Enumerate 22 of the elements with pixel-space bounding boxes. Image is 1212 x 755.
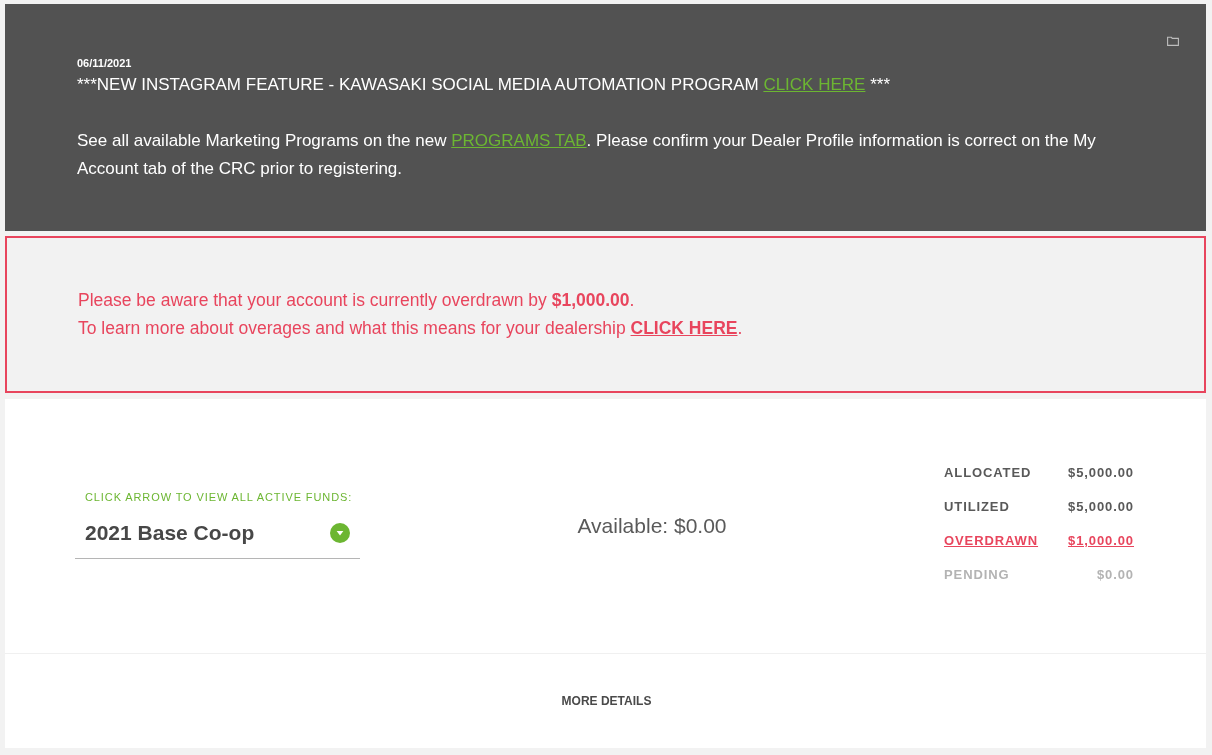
summary-label[interactable]: OVERDRAWN (944, 533, 1060, 549)
alert-message: To learn more about overages and what this means for your dealership CLICK HERE. (78, 317, 744, 340)
fund-select[interactable]: 2021 Base Co-op (75, 519, 360, 559)
summary-amount: $0.00 (1095, 567, 1134, 583)
funds-hint: CLICK ARROW TO VIEW ALL ACTIVE FUNDS: (84, 489, 354, 504)
overages-link[interactable]: CLICK HERE (630, 318, 738, 338)
click-here-link[interactable]: CLICK HERE (763, 75, 866, 94)
summary-amount: $5,000.00 (1067, 465, 1134, 481)
alert-message: Please be aware that your account is currently overdrawn by $1,000.00. (78, 289, 636, 312)
caret-icon[interactable] (330, 522, 350, 543)
programs-tab-link[interactable]: PROGRAMS TAB (451, 131, 587, 150)
announcement-headline: ***NEW INSTAGRAM FEATURE - KAWASAKI SOCIAL MEDIA AUTOMATION PROGRAM CLICK HERE *** (77, 74, 891, 96)
available-balance: Available: $0.00 (577, 514, 727, 538)
announcement-message: See all available Marketing Programs on the new PROGRAMS TAB. Please confirm your Dealer Profile information is correct on the My Account tab of the CRC prior to registering. (77, 130, 1097, 180)
summary-label: ALLOCATED (944, 465, 1033, 481)
summary-label: UTILIZED (944, 499, 1011, 515)
summary-amount: $5,000.00 (1067, 499, 1134, 515)
announcement-date: 06/11/2021 (77, 56, 133, 70)
more-details-link[interactable]: MORE DETAILS (559, 694, 652, 708)
summary-label: PENDING (944, 567, 1011, 583)
summary-amount[interactable]: $1,000.00 (1060, 533, 1134, 549)
folder-icon[interactable] (1167, 36, 1179, 46)
